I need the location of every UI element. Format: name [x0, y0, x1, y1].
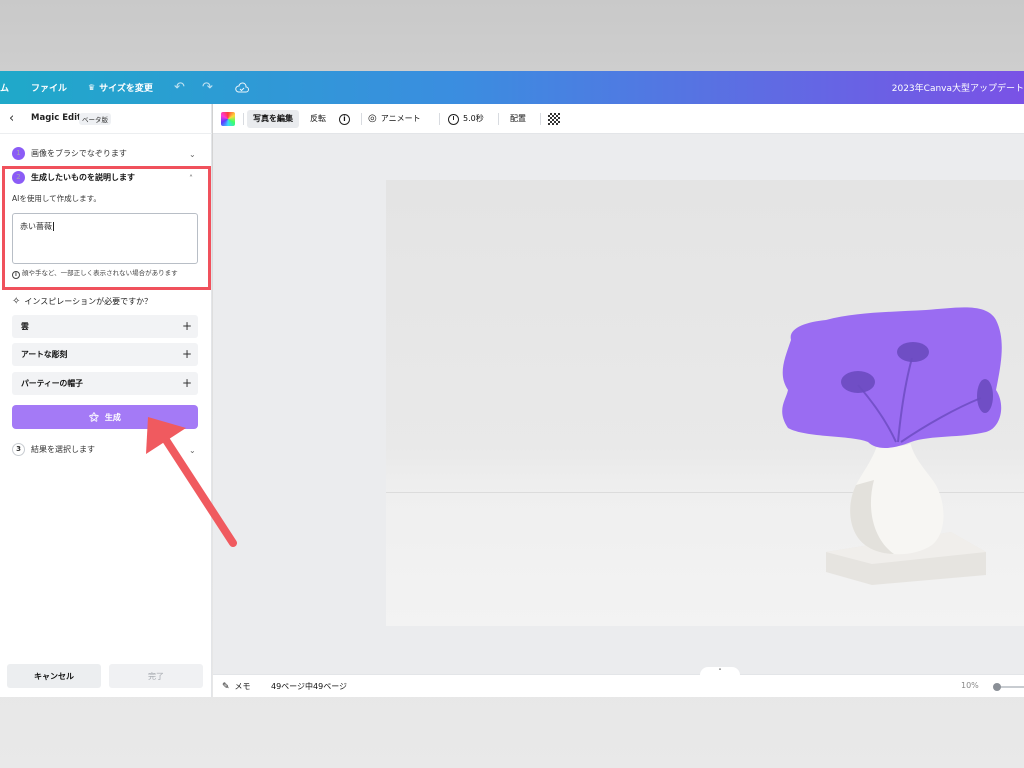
divider [540, 113, 541, 125]
duration-button[interactable]: 5.0秒 [448, 110, 484, 128]
step-number: 3 [12, 443, 25, 456]
info-icon: i [339, 113, 350, 125]
prompt-input[interactable]: 赤い薔薇 [12, 213, 198, 264]
redo-icon[interactable]: ↷ [202, 71, 213, 104]
info-button[interactable]: i [339, 110, 350, 128]
generate-button[interactable]: ⚝ 生成 [12, 405, 198, 429]
duration-label: 5.0秒 [463, 114, 484, 123]
context-toolbar: 写真を編集 反転 i ◎ アニメート 5.0秒 配置 [213, 104, 1024, 134]
resize-button[interactable]: ♛ サイズを変更 [88, 71, 153, 104]
edit-photo-button[interactable]: 写真を編集 [247, 110, 299, 128]
animate-icon: ◎ [368, 113, 377, 124]
panel-header: ‹ Magic Edit ベータ版 [0, 104, 212, 134]
design-canvas[interactable] [213, 134, 1024, 674]
step-label: 結果を選択します [31, 445, 95, 454]
info-icon: i [12, 271, 20, 279]
cancel-button[interactable]: キャンセル [7, 664, 101, 688]
sparkle-icon: ✧ [12, 296, 21, 307]
warning-text: 顔や手など、一部正しく表示されない場合があります [22, 269, 178, 277]
text-caret [53, 222, 54, 231]
step-label: 画像をブラシでなぞります [31, 149, 127, 158]
undo-icon[interactable]: ↶ [174, 71, 185, 104]
zoom-slider-handle[interactable] [993, 683, 1001, 691]
step-1-header[interactable]: 1 画像をブラシでなぞります [12, 147, 127, 160]
position-button[interactable]: 配置 [510, 110, 526, 128]
step-2-header[interactable]: 2 生成したいものを説明します [12, 171, 135, 184]
generate-label: 生成 [104, 412, 121, 422]
ai-description: AIを使用して作成します。 [12, 194, 101, 203]
warning-note: i 顔や手など、一部正しく表示されない場合があります [12, 268, 200, 286]
editor-top-bar: ム ファイル ♛ サイズを変更 ↶ ↷ 2023年Canva大型アップデート [0, 71, 1024, 104]
zoom-level: 10% [961, 681, 979, 690]
expand-pages-button[interactable]: ˄ [700, 667, 740, 677]
inspiration-heading: ✧ インスピレーションが必要ですか？ [12, 296, 152, 307]
clock-icon [448, 113, 459, 125]
transparency-button[interactable] [548, 110, 560, 128]
brush-mask [782, 307, 1002, 448]
inspiration-option[interactable]: アートな彫刻 + [12, 343, 198, 366]
cloud-check-icon[interactable] [235, 71, 249, 104]
notes-icon: ✎ [222, 681, 230, 692]
panel-title: Magic Edit [31, 113, 82, 123]
color-picker-icon[interactable] [221, 112, 235, 126]
magic-wand-icon: ⚝ [89, 411, 99, 423]
plus-icon: + [181, 376, 192, 390]
step-3-header[interactable]: 3 結果を選択します [12, 443, 95, 456]
notes-button[interactable]: ✎ メモ [222, 681, 251, 692]
divider [439, 113, 440, 125]
plus-icon: + [181, 347, 192, 361]
step-number: 2 [12, 171, 25, 184]
divider [498, 113, 499, 125]
bottom-bar: ˄ ✎ メモ 49ページ中49ページ 10% [213, 667, 1024, 697]
prompt-value: 赤い薔薇 [20, 222, 52, 231]
inspiration-option[interactable]: パーティーの帽子 + [12, 372, 198, 395]
step-label: 生成したいものを説明します [31, 173, 135, 182]
transparency-icon [548, 113, 560, 125]
option-label: アートな彫刻 [21, 350, 68, 359]
animate-label: アニメート [380, 114, 421, 123]
back-chevron-icon[interactable]: ‹ [9, 112, 21, 126]
flip-button[interactable]: 反転 [310, 110, 326, 128]
option-label: パーティーの帽子 [21, 379, 83, 388]
home-menu-partial[interactable]: ム [0, 71, 9, 104]
animate-button[interactable]: ◎ アニメート [368, 110, 421, 128]
resize-label: サイズを変更 [99, 84, 153, 94]
document-title[interactable]: 2023年Canva大型アップデート [892, 71, 1024, 104]
beta-badge: ベータ版 [79, 113, 111, 125]
done-button[interactable]: 完了 [109, 664, 203, 688]
page-indicator[interactable]: 49ページ中49ページ [271, 681, 347, 692]
crown-icon: ♛ [88, 83, 96, 92]
notes-label: メモ [234, 682, 251, 691]
step-number: 1 [12, 147, 25, 160]
plus-icon: + [181, 319, 192, 333]
divider [361, 113, 362, 125]
inspiration-option[interactable]: 雲 + [12, 315, 198, 338]
inspiration-title: インスピレーションが必要ですか？ [24, 297, 153, 306]
file-menu[interactable]: ファイル [31, 71, 67, 104]
vase-photo[interactable] [386, 180, 1024, 626]
option-label: 雲 [21, 322, 29, 331]
divider [243, 113, 244, 125]
